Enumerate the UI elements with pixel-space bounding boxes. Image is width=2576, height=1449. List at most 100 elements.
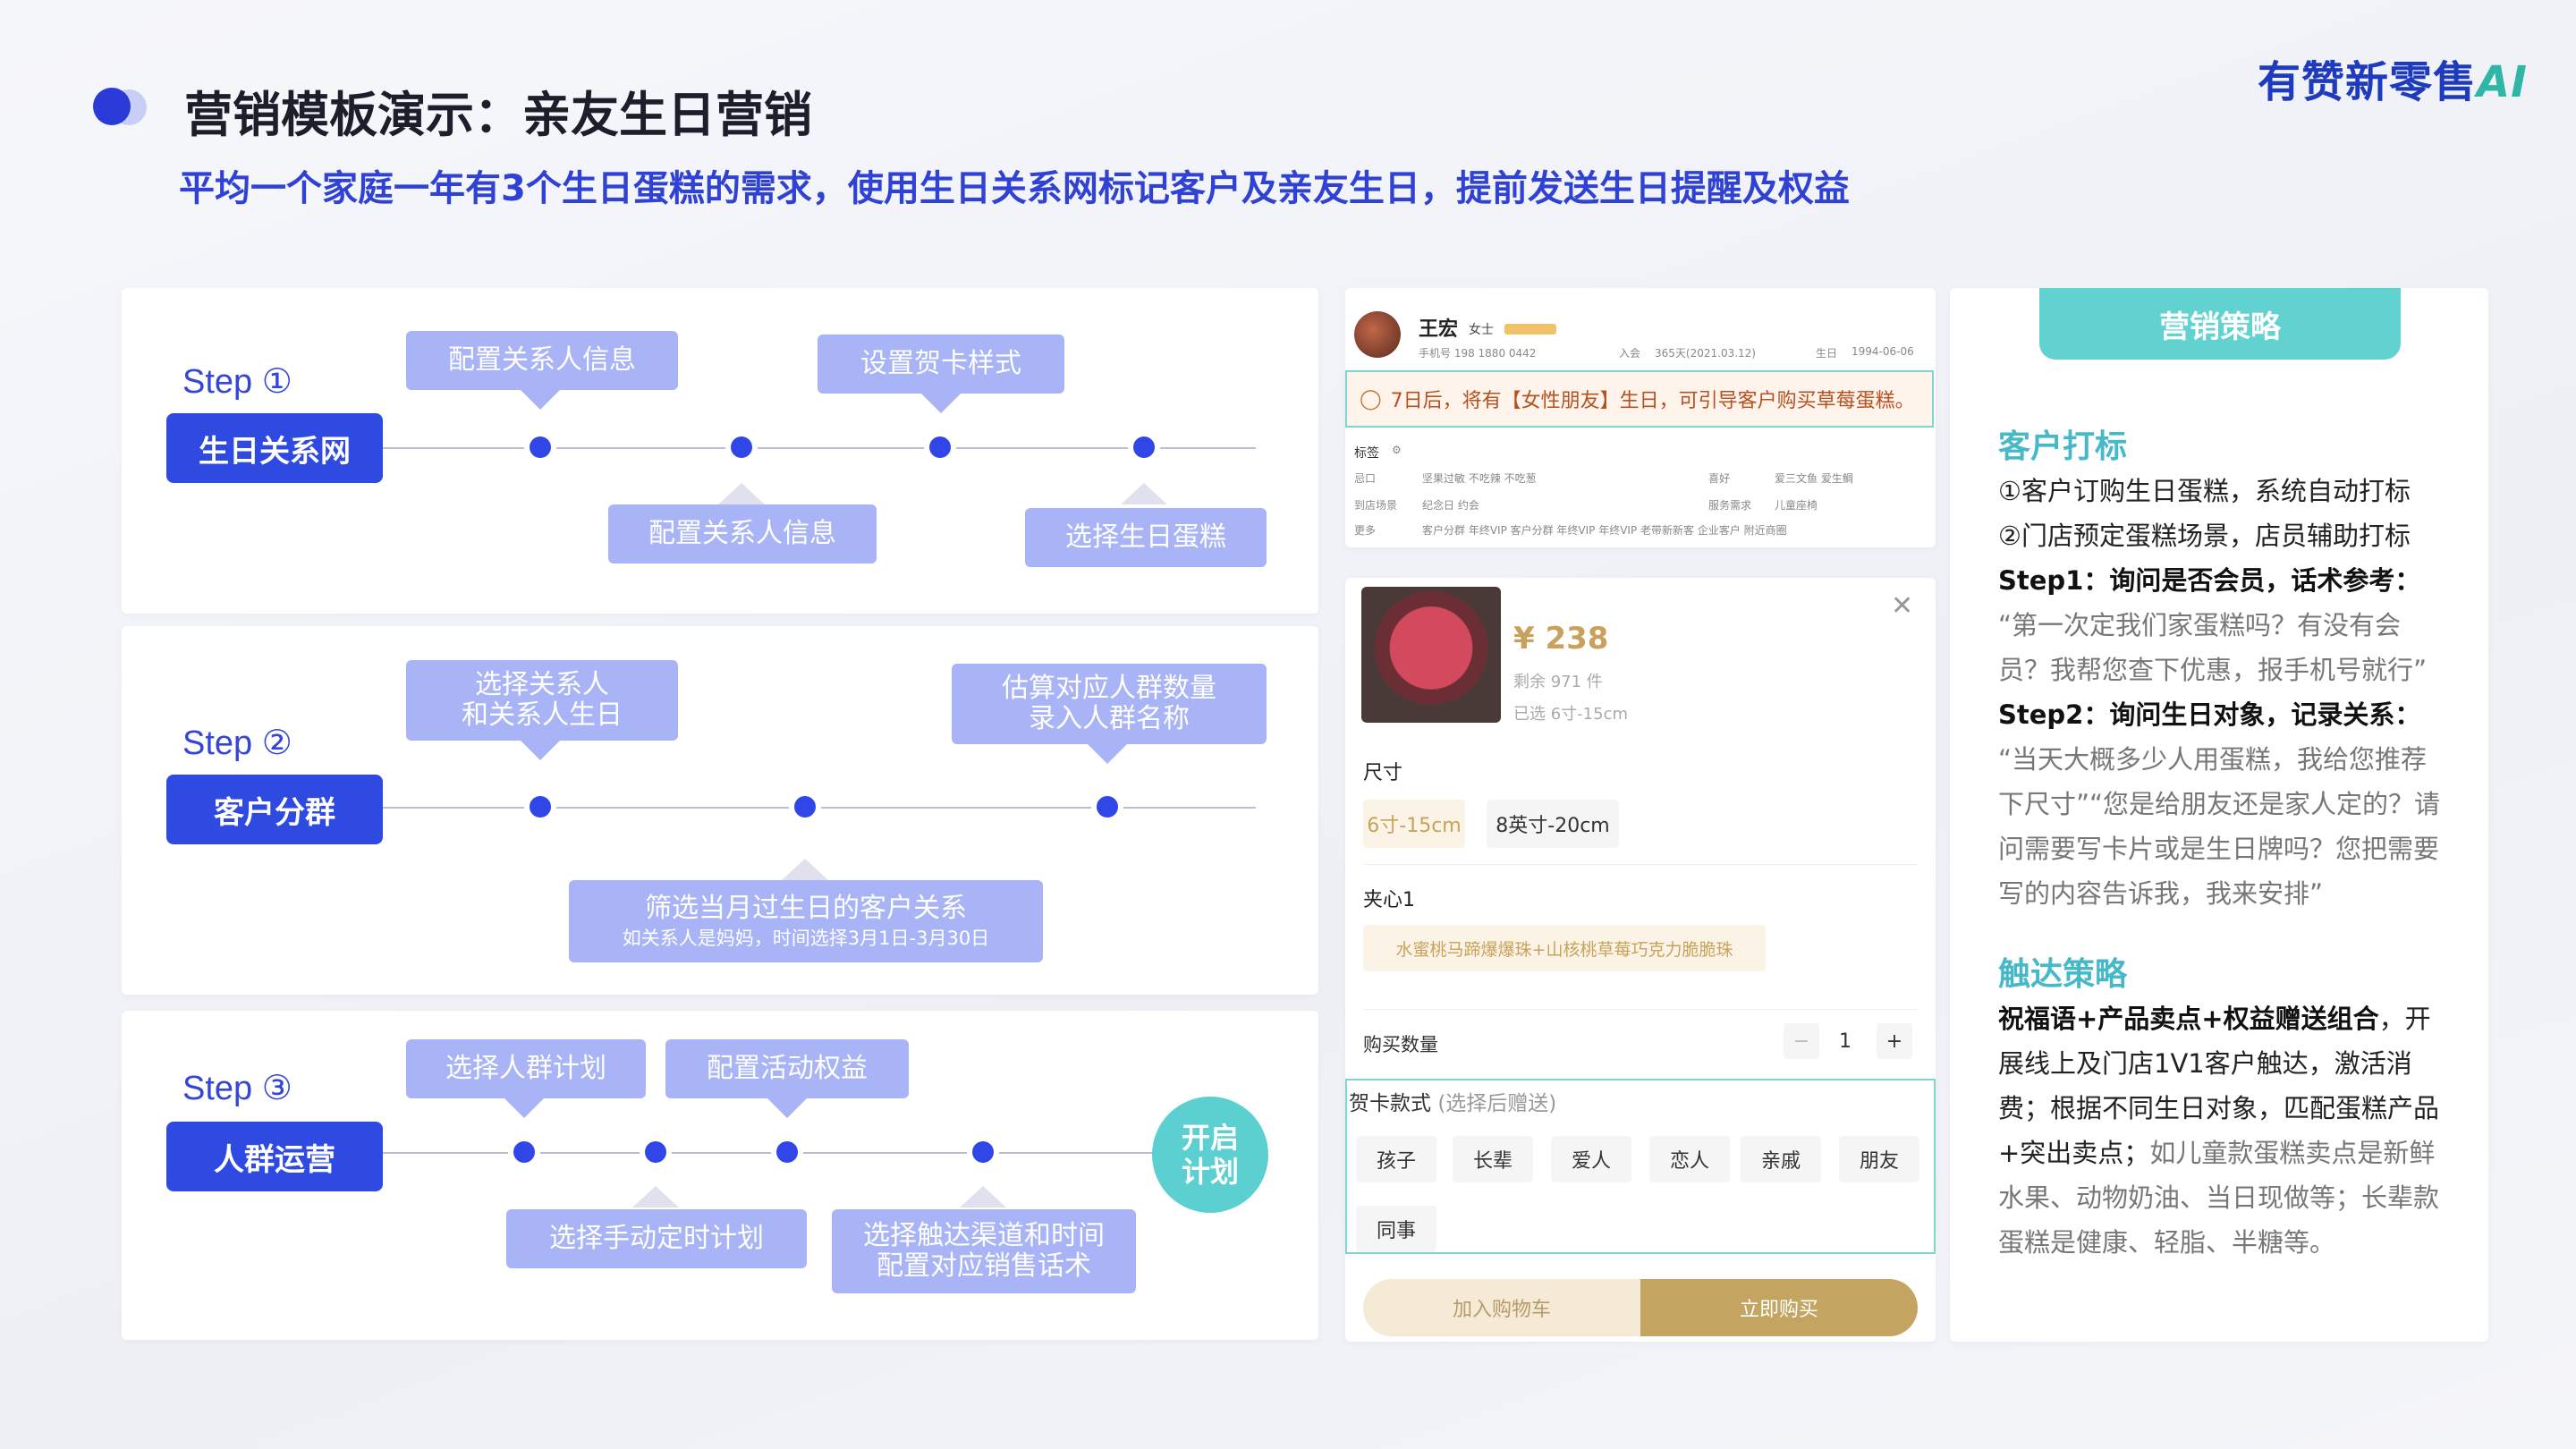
title-bullet-icon (93, 88, 131, 125)
step3-button[interactable]: 人群运营 (166, 1122, 383, 1191)
tag-settings-icon[interactable]: ⚙ (1392, 444, 1402, 456)
timeline-dot (530, 436, 551, 458)
start-plan-button[interactable]: 开启 计划 (1152, 1097, 1268, 1213)
timeline-dot (1133, 436, 1155, 458)
customer-phone: 手机号 198 1880 0442 (1419, 347, 1537, 360)
step1-tag-choose-cake: 选择生日蛋糕 (1025, 508, 1267, 567)
step3-tag-select-plan: 选择人群计划 (406, 1039, 646, 1098)
filling-label: 夹心1 (1363, 889, 1415, 911)
product-selected: 已选 6寸-15cm (1513, 705, 1629, 724)
birthday-alert: ◯ 7日后，将有【女性朋友】生日，可引导客户购买草莓蛋糕。 (1345, 370, 1934, 428)
timeline-dot (929, 436, 951, 458)
tag-row-label: 更多 (1354, 524, 1377, 537)
page-title: 营销模板演示：亲友生日营销 (184, 87, 812, 143)
reach-strategy-text: 祝福语+产品卖点+权益赠送组合，开展线上及门店1V1客户触达，激活消费；根据不同… (1998, 1004, 2440, 1258)
tag-pointer (718, 483, 765, 504)
step2-tag-select-contact: 选择关系人 和关系人生日 (406, 660, 678, 741)
tag-pointer (960, 1186, 1006, 1208)
tag-row-label: 忌口 (1354, 472, 1377, 485)
join-label: 入会 (1619, 347, 1641, 360)
tag-pointer (504, 1098, 544, 1118)
step3-label: Step ③ (182, 1070, 292, 1107)
filling-option[interactable]: 水蜜桃马蹄爆爆珠+山核桃草莓巧克力脆脆珠 (1363, 925, 1766, 971)
customer-gender: 女士 (1469, 323, 1494, 337)
strategy-header: 营销策略 (2039, 288, 2401, 360)
tag-pointer (767, 1098, 807, 1118)
qty-label: 购买数量 (1363, 1034, 1438, 1055)
product-stock: 剩余 971 件 (1513, 673, 1603, 691)
step1-tag-config-contact: 配置关系人信息 (406, 331, 678, 390)
add-to-cart-button[interactable]: 加入购物车 (1363, 1279, 1640, 1336)
step2-button[interactable]: 客户分群 (166, 775, 383, 844)
customer-name: 王宏 (1419, 318, 1459, 341)
buy-now-button[interactable]: 立即购买 (1640, 1279, 1918, 1336)
reach-strategy-title: 触达策略 (1998, 956, 2128, 993)
tag-pointer (632, 1186, 679, 1208)
tag-row-values: 爱三文鱼 爱生鲷 (1775, 472, 1853, 485)
card-option[interactable]: 同事 (1356, 1206, 1436, 1252)
timeline-dot (776, 1141, 798, 1163)
tag-row-label: 服务需求 (1708, 499, 1752, 512)
tags-title: 标签 (1354, 446, 1379, 461)
tag-row-label: 喜好 (1708, 472, 1731, 485)
size-option-selected[interactable]: 6寸-15cm (1363, 800, 1465, 848)
size-option[interactable]: 8英寸-20cm (1487, 800, 1619, 848)
birthday-value: 1994-06-06 (1852, 345, 1914, 358)
card-option[interactable]: 长辈 (1453, 1136, 1533, 1182)
tag-row-values: 坚果过敏 不吃辣 不吃葱 (1422, 472, 1537, 485)
tag-row-values: 客户分群 年终VIP 客户分群 年终VIP 年终VIP 老带新新客 企业客户 附… (1422, 524, 1787, 537)
alert-text: 7日后，将有【女性朋友】生日，可引导客户购买草莓蛋糕。 (1390, 390, 1915, 412)
divider (1363, 1009, 1918, 1010)
step1-button[interactable]: 生日关系网 (166, 413, 383, 483)
qty-plus-button[interactable]: + (1877, 1023, 1912, 1059)
tag-pointer (521, 390, 560, 410)
step1-tag-config-contact-2: 配置关系人信息 (608, 504, 877, 564)
timeline-dot (513, 1141, 535, 1163)
cake-image (1361, 587, 1501, 723)
tag-pointer (521, 741, 560, 760)
timeline-dot (731, 436, 752, 458)
step1-timeline (383, 447, 1256, 449)
timeline-dot (530, 796, 551, 818)
customer-tagging-title: 客户打标 (1998, 428, 2128, 465)
step3-timeline (383, 1152, 1166, 1154)
join-days: 365天(2021.03.12) (1655, 347, 1756, 360)
tag-pointer (921, 394, 961, 413)
timeline-dot (645, 1141, 666, 1163)
size-label: 尺寸 (1363, 762, 1403, 784)
tag-pointer (1088, 744, 1127, 764)
step2-label: Step ② (182, 724, 292, 762)
timeline-dot (794, 796, 816, 818)
step2-tag-filter-birthday: 筛选当月过生日的客户关系 如关系人是妈妈，时间选择3月1日-3月30日 (569, 880, 1043, 962)
page-subtitle: 平均一个家庭一年有3个生日蛋糕的需求，使用生日关系网标记客户及亲友生日，提前发送… (179, 168, 1850, 209)
step3-tag-channel-time: 选择触达渠道和时间 配置对应销售话术 (832, 1209, 1136, 1293)
tag-row-values: 纪念日 约会 (1422, 499, 1479, 512)
birthday-label: 生日 (1816, 347, 1838, 360)
timeline-dot (1097, 796, 1118, 818)
step1-label: Step ① (182, 363, 292, 401)
timeline-dot (972, 1141, 994, 1163)
customer-avatar (1354, 311, 1401, 358)
card-option[interactable]: 朋友 (1839, 1136, 1919, 1182)
tag-row-values: 儿童座椅 (1775, 499, 1818, 512)
bulb-icon: ◯ (1360, 387, 1382, 411)
step3-tag-manual-schedule: 选择手动定时计划 (506, 1209, 807, 1268)
qty-value: 1 (1839, 1030, 1852, 1053)
card-option[interactable]: 爱人 (1551, 1136, 1631, 1182)
card-option[interactable]: 恋人 (1649, 1136, 1730, 1182)
close-icon[interactable]: ✕ (1891, 590, 1913, 622)
member-badge (1504, 324, 1556, 335)
card-option[interactable]: 孩子 (1356, 1136, 1436, 1182)
qty-minus-button[interactable]: − (1784, 1023, 1819, 1059)
product-price: ¥ 238 (1513, 621, 1609, 657)
card-option[interactable]: 亲戚 (1741, 1136, 1821, 1182)
customer-tagging-text: ①客户订购生日蛋糕，系统自动打标 ②门店预定蛋糕场景，店员辅助打标 Step1：… (1998, 476, 2441, 909)
step1-tag-card-style: 设置贺卡样式 (818, 335, 1064, 394)
tag-row-label: 到店场景 (1354, 499, 1398, 512)
step2-tag-estimate-group: 估算对应人群数量 录入人群名称 (952, 664, 1267, 744)
divider (1363, 864, 1918, 865)
tag-pointer (1121, 483, 1167, 504)
card-style-label: 贺卡款式 (选择后赠送) (1349, 1092, 1557, 1115)
brand-logo: 有赞新零售AI (2257, 57, 2528, 107)
step2-timeline (383, 807, 1256, 809)
